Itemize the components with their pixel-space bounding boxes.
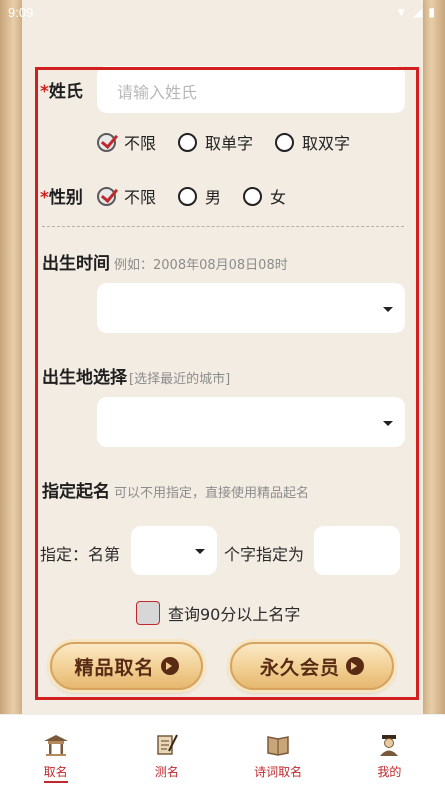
bottom-nav: 取名 测名 诗词取名 我的 [0, 714, 445, 791]
nav-item-poetry-naming[interactable]: 诗词取名 [223, 715, 334, 791]
scroll-edge-left [0, 0, 22, 714]
nav-item-naming[interactable]: 取名 [0, 715, 111, 791]
status-time: 9:09 [8, 4, 34, 20]
nav-label: 诗词取名 [254, 765, 303, 779]
scroll-pen-icon [153, 733, 181, 757]
scholar-icon [375, 733, 403, 757]
wifi-icon: ▼ [395, 5, 408, 19]
selection-frame [35, 67, 419, 700]
nav-label: 测名 [154, 765, 179, 779]
battery-icon: ▮ [428, 5, 435, 19]
nav-item-test-name[interactable]: 测名 [111, 715, 222, 791]
signal-icon: ◢ [413, 5, 423, 19]
pavilion-icon [42, 733, 70, 757]
scroll-edge-right [423, 0, 445, 714]
nav-label: 取名 [43, 763, 68, 783]
nav-label: 我的 [377, 765, 402, 779]
book-icon [264, 733, 292, 757]
nav-item-mine[interactable]: 我的 [334, 715, 445, 791]
status-icons: ▼ ◢ ▮ [395, 5, 435, 19]
status-bar: 9:09 ▼ ◢ ▮ [0, 0, 445, 24]
